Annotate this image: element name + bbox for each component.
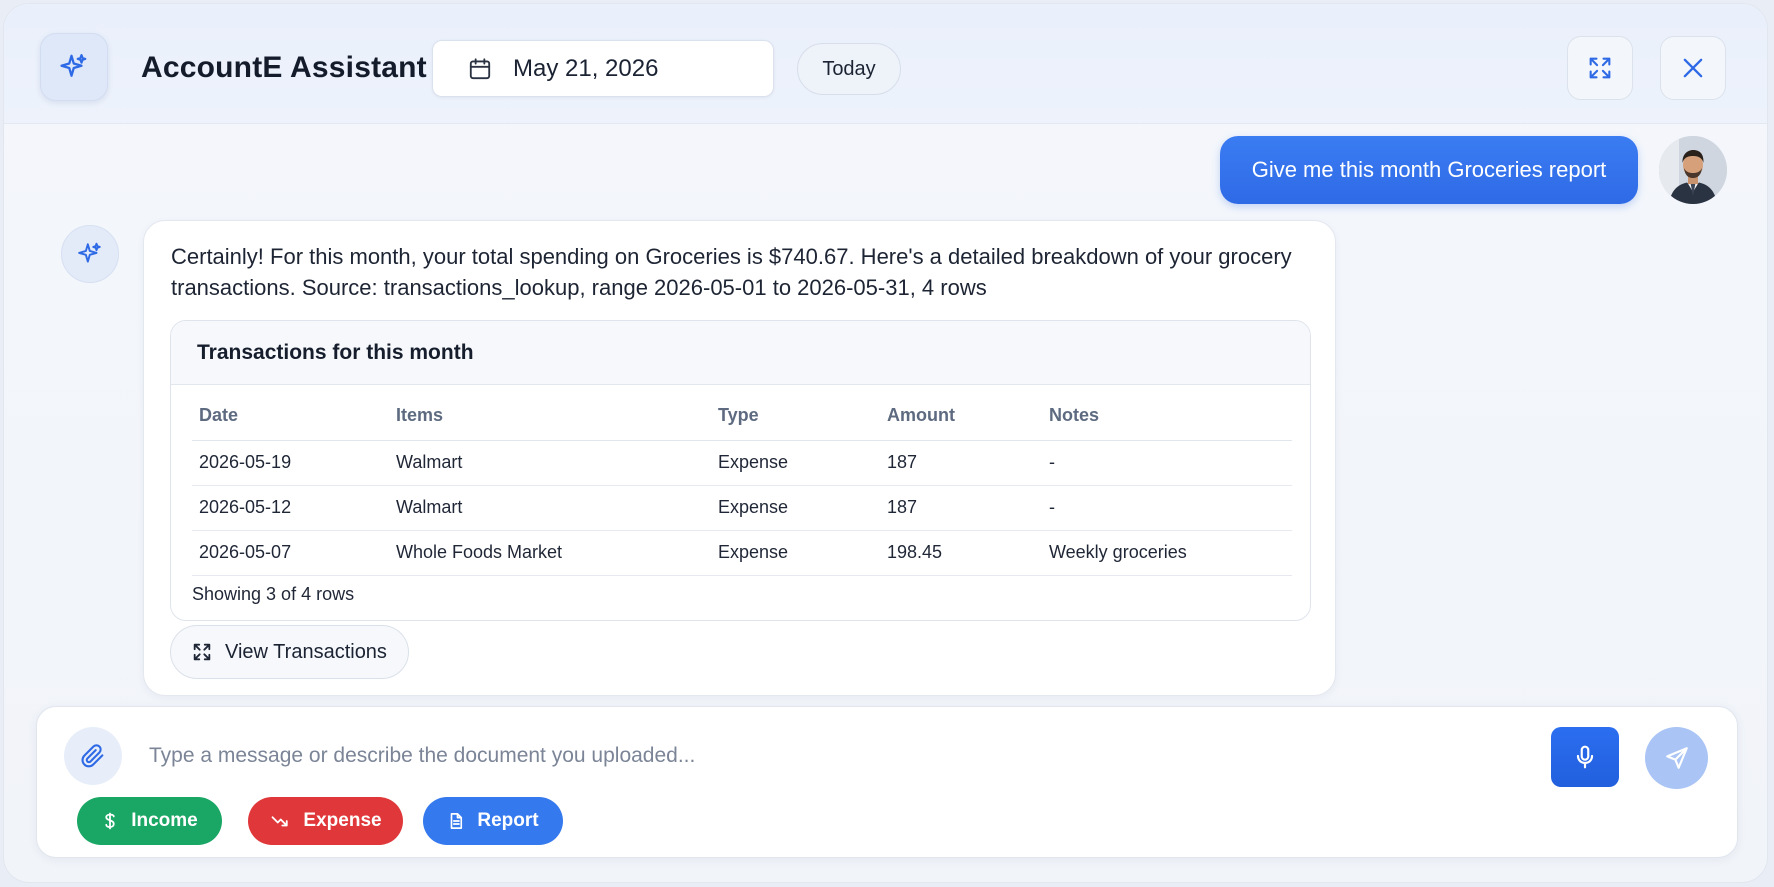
- assistant-window: AccountE Assistant May 21, 2026 Today Gi…: [3, 3, 1768, 883]
- column-header-notes: Notes: [1042, 391, 1292, 441]
- paperclip-icon: [81, 744, 104, 768]
- microphone-icon: [1576, 745, 1594, 769]
- table-row: 2026-05-19 Walmart Expense 187 -: [192, 440, 1292, 486]
- expand-icon: [1589, 57, 1611, 79]
- cell-date: 2026-05-12: [192, 485, 389, 531]
- income-chip[interactable]: Income: [77, 797, 222, 845]
- column-header-items: Items: [389, 391, 711, 441]
- app-title: AccountE Assistant: [141, 51, 427, 84]
- cell-date: 2026-05-19: [192, 440, 389, 486]
- cell-amount: 198.45: [880, 530, 1042, 576]
- document-icon: [451, 813, 463, 829]
- column-header-type: Type: [711, 391, 880, 441]
- column-header-date: Date: [192, 391, 389, 441]
- assistant-message-card: Certainly! For this month, your total sp…: [143, 220, 1336, 696]
- transactions-title: Transactions for this month: [171, 321, 1310, 385]
- assistant-message-text: Certainly! For this month, your total sp…: [171, 244, 1292, 300]
- column-header-amount: Amount: [880, 391, 1042, 441]
- user-message-bubble: Give me this month Groceries report: [1220, 136, 1638, 204]
- trending-down-icon: [272, 816, 289, 827]
- sparkle-icon: [78, 242, 101, 263]
- cell-type: Expense: [711, 530, 880, 576]
- cell-notes: Weekly groceries: [1042, 530, 1292, 576]
- expand-button[interactable]: [1567, 36, 1633, 100]
- user-avatar: [1659, 136, 1727, 204]
- message-composer: Income Expense Report: [36, 706, 1738, 858]
- sparkle-icon: [60, 54, 87, 77]
- view-transactions-button[interactable]: View Transactions: [170, 625, 409, 679]
- income-chip-label: Income: [131, 810, 198, 831]
- report-chip-label: Report: [477, 810, 539, 831]
- attach-button[interactable]: [64, 727, 122, 785]
- table-row: 2026-05-07 Whole Foods Market Expense 19…: [192, 530, 1292, 576]
- cell-type: Expense: [711, 440, 880, 486]
- cell-items: Whole Foods Market: [389, 530, 711, 576]
- date-value: May 21, 2026: [513, 54, 659, 82]
- cell-notes: -: [1042, 485, 1292, 531]
- expense-chip-label: Expense: [303, 810, 382, 831]
- cell-items: Walmart: [389, 485, 711, 531]
- cell-amount: 187: [880, 485, 1042, 531]
- expand-icon: [193, 643, 211, 661]
- message-input[interactable]: [149, 733, 1249, 779]
- close-icon: [1683, 58, 1703, 78]
- cell-items: Walmart: [389, 440, 711, 486]
- date-picker[interactable]: May 21, 2026: [432, 40, 774, 97]
- table-header-row: Date Items Type Amount Notes: [192, 391, 1292, 441]
- microphone-button[interactable]: [1551, 727, 1619, 787]
- transactions-panel: Transactions for this month Date Items T…: [170, 320, 1311, 621]
- close-button[interactable]: [1660, 36, 1726, 100]
- table-row: 2026-05-12 Walmart Expense 187 -: [192, 485, 1292, 531]
- today-button[interactable]: Today: [797, 43, 901, 95]
- expense-chip[interactable]: Expense: [248, 797, 403, 845]
- header: AccountE Assistant May 21, 2026 Today: [4, 4, 1767, 124]
- cell-amount: 187: [880, 440, 1042, 486]
- send-button[interactable]: [1645, 727, 1708, 789]
- view-transactions-label: View Transactions: [225, 640, 387, 663]
- cell-date: 2026-05-07: [192, 530, 389, 576]
- cell-notes: -: [1042, 440, 1292, 486]
- send-icon: [1665, 747, 1688, 769]
- dollar-icon: [105, 812, 115, 830]
- report-chip[interactable]: Report: [423, 797, 563, 845]
- calendar-icon: [469, 57, 491, 79]
- cell-type: Expense: [711, 485, 880, 531]
- assistant-avatar: [61, 225, 119, 283]
- app-logo: [40, 33, 108, 101]
- rows-count-footer: Showing 3 of 4 rows: [192, 584, 355, 604]
- transactions-table: Date Items Type Amount Notes 2026-05-19 …: [192, 391, 1292, 576]
